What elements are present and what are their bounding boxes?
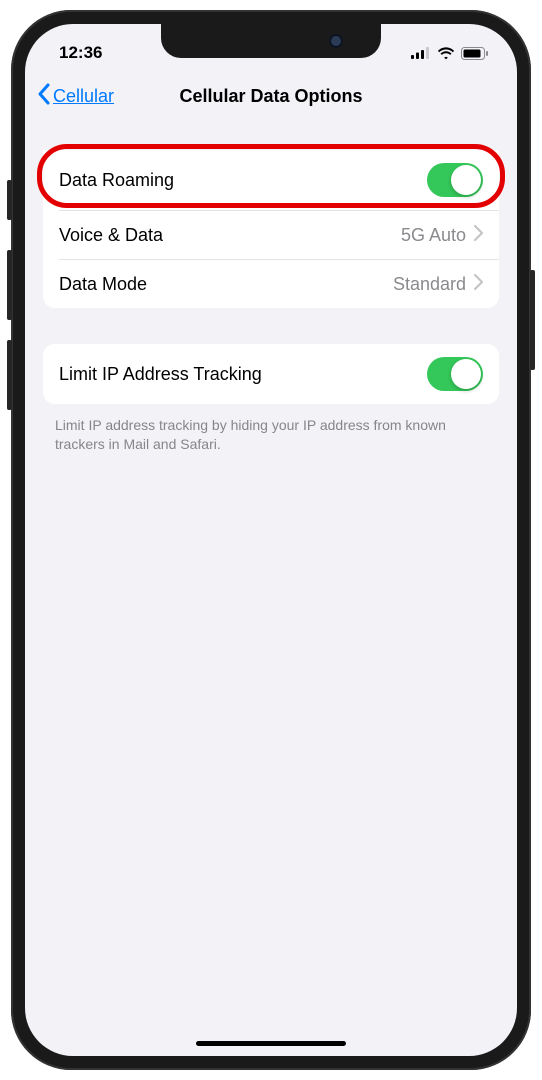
toggle-knob xyxy=(451,165,481,195)
chevron-right-icon xyxy=(474,225,483,246)
status-time: 12:36 xyxy=(59,43,102,63)
row-label: Data Mode xyxy=(59,274,393,295)
row-data-roaming[interactable]: Data Roaming xyxy=(43,150,499,210)
battery-icon xyxy=(461,47,489,60)
cellular-signal-icon xyxy=(411,47,431,59)
toggle-limit-ip-tracking[interactable] xyxy=(427,357,483,391)
toggle-data-roaming[interactable] xyxy=(427,163,483,197)
notch xyxy=(161,24,381,58)
side-button xyxy=(530,270,535,370)
row-data-mode[interactable]: Data Mode Standard xyxy=(43,260,499,308)
group-footer-text: Limit IP address tracking by hiding your… xyxy=(55,416,487,454)
row-label: Voice & Data xyxy=(59,225,401,246)
phone-frame: 12:36 xyxy=(11,10,531,1070)
content: Data Roaming Voice & Data 5G Auto xyxy=(25,120,517,454)
row-voice-and-data[interactable]: Voice & Data 5G Auto xyxy=(43,211,499,259)
volume-up-button xyxy=(7,250,12,320)
row-value: 5G Auto xyxy=(401,225,466,246)
row-limit-ip-tracking[interactable]: Limit IP Address Tracking xyxy=(43,344,499,404)
status-icons xyxy=(411,47,489,60)
front-camera xyxy=(331,36,341,46)
back-label: Cellular xyxy=(53,86,114,107)
settings-group-1: Data Roaming Voice & Data 5G Auto xyxy=(43,150,499,308)
toggle-knob xyxy=(451,359,481,389)
volume-down-button xyxy=(7,340,12,410)
chevron-left-icon xyxy=(37,83,51,110)
wifi-icon xyxy=(437,47,455,60)
chevron-right-icon xyxy=(474,274,483,295)
nav-bar: Cellular Cellular Data Options xyxy=(25,72,517,120)
back-button[interactable]: Cellular xyxy=(37,83,114,110)
home-indicator[interactable] xyxy=(196,1041,346,1046)
row-value: Standard xyxy=(393,274,466,295)
settings-group-2: Limit IP Address Tracking xyxy=(43,344,499,404)
screen: 12:36 xyxy=(25,24,517,1056)
silence-switch xyxy=(7,180,12,220)
row-label: Data Roaming xyxy=(59,170,427,191)
row-label: Limit IP Address Tracking xyxy=(59,364,427,385)
